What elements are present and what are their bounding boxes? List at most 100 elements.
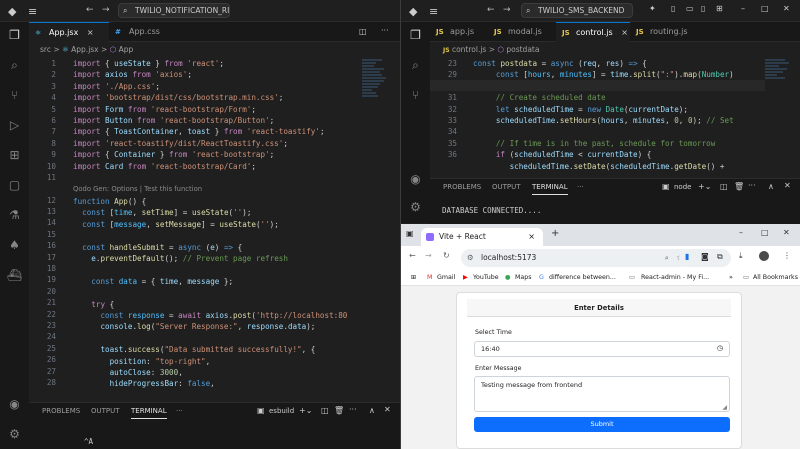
minimize-icon[interactable]: –	[739, 228, 743, 237]
breadcrumb-folder[interactable]: src	[40, 45, 51, 54]
testing-icon[interactable]: ⚗	[7, 208, 22, 223]
maximize-icon[interactable]: □	[761, 228, 769, 237]
close-panel-icon[interactable]: ✕	[384, 405, 391, 414]
bookmark-youtube[interactable]: YouTube	[473, 270, 499, 286]
menu-icon[interactable]: ≡	[28, 5, 37, 18]
run-debug-icon[interactable]: ▷	[7, 118, 22, 133]
back-arrow-icon[interactable]: ←	[487, 5, 495, 15]
message-textarea[interactable]: Testing message from frontend ◢	[474, 376, 730, 412]
search-icon[interactable]: ⌕	[7, 58, 22, 73]
more-actions-icon[interactable]: ···	[748, 181, 756, 190]
copilot-icon[interactable]: ✦	[649, 4, 656, 13]
site-info-icon[interactable]: ⚙	[467, 249, 474, 267]
bookmark-difference[interactable]: difference between...	[549, 270, 616, 286]
tab-app-jsx[interactable]: ⚛ App.jsx ×	[29, 22, 109, 42]
close-window-icon[interactable]: ✕	[783, 228, 790, 237]
account-icon[interactable]: ◉	[408, 172, 423, 187]
tab-more[interactable]: ···	[176, 403, 183, 419]
tab-terminal[interactable]: TERMINAL	[532, 179, 568, 195]
codelens[interactable]: Qodo Gen: Options | Test this function	[73, 185, 202, 193]
all-bookmarks[interactable]: All Bookmarks	[753, 270, 798, 286]
breadcrumb-symbol[interactable]: App	[119, 45, 134, 54]
split-terminal-icon[interactable]: ◫	[720, 182, 728, 191]
docker-icon[interactable]: ⛴	[7, 268, 22, 283]
back-arrow-icon[interactable]: ←	[86, 5, 94, 15]
new-terminal-icon[interactable]: +⌄	[698, 182, 711, 191]
reload-icon[interactable]: ↻	[443, 251, 450, 260]
command-center-search[interactable]: ⌕ TWILIO_SMS_BACKEND	[521, 3, 633, 18]
split-terminal-icon[interactable]: ◫	[321, 406, 329, 415]
minimap[interactable]	[362, 58, 388, 138]
code-editor-app-jsx[interactable]: import { useState } from 'react'; import…	[73, 58, 347, 390]
forward-arrow-icon[interactable]: →	[503, 5, 511, 15]
profile-avatar[interactable]	[759, 251, 769, 261]
mongodb-icon[interactable]: ♠	[7, 238, 22, 253]
forward-arrow-icon[interactable]: →	[425, 251, 432, 260]
minimize-icon[interactable]: –	[741, 4, 745, 13]
kill-terminal-icon[interactable]: 🗑	[734, 182, 744, 191]
tab-app-css[interactable]: # App.css	[109, 22, 179, 42]
maximize-icon[interactable]: □	[761, 4, 769, 13]
downloads-icon[interactable]: ⤓	[739, 251, 743, 261]
terminal-name[interactable]: esbuild	[269, 403, 294, 419]
remote-explorer-icon[interactable]: ▢	[7, 178, 22, 193]
submit-button[interactable]: Submit	[474, 417, 730, 432]
settings-gear-icon[interactable]: ⚙	[7, 427, 22, 442]
split-editor-icon[interactable]: ◫	[359, 27, 367, 36]
source-control-icon[interactable]: ⑂	[7, 88, 22, 103]
extensions-icon[interactable]: ⊞	[7, 148, 22, 163]
tab-problems[interactable]: PROBLEMS	[443, 179, 481, 195]
extension-icon[interactable]: ▮	[685, 252, 689, 261]
resize-handle-icon[interactable]: ◢	[722, 404, 727, 411]
camera-icon[interactable]: ◙	[701, 252, 709, 261]
layout-secondary-icon[interactable]: ▯	[701, 4, 705, 13]
bookmarks-overflow-icon[interactable]: »	[729, 270, 733, 286]
minimap[interactable]	[765, 58, 791, 98]
bookmark-gmail[interactable]: Gmail	[437, 270, 455, 286]
more-actions-icon[interactable]: ···	[349, 405, 357, 414]
menu-icon[interactable]: ≡	[429, 5, 438, 18]
new-terminal-icon[interactable]: +⌄	[299, 406, 312, 415]
tab-modal-js[interactable]: JS modal.js	[488, 22, 556, 42]
time-input[interactable]: 16:40 ◷	[474, 341, 730, 357]
layout-sidebar-icon[interactable]: ▯	[671, 4, 675, 13]
more-actions-icon[interactable]: ···	[381, 26, 389, 35]
tab-output[interactable]: OUTPUT	[91, 403, 120, 419]
account-icon[interactable]: ◉	[7, 397, 22, 412]
chrome-menu-icon[interactable]: ⋮	[783, 251, 791, 260]
tab-app-js[interactable]: JS app.js	[430, 22, 488, 42]
maximize-panel-icon[interactable]: ∧	[369, 406, 375, 415]
terminal-name[interactable]: node	[674, 179, 691, 195]
source-control-icon[interactable]: ⑂	[408, 88, 423, 103]
new-tab-button[interactable]: +	[551, 228, 559, 239]
terminal-output[interactable]: ^A	[84, 437, 93, 446]
settings-gear-icon[interactable]: ⚙	[408, 200, 423, 215]
customize-layout-icon[interactable]: ⊞	[716, 4, 723, 13]
address-bar[interactable]: ⚙ localhost:5173 ⌕ ☆	[461, 249, 691, 267]
breadcrumb-file[interactable]: control.js	[452, 45, 486, 54]
bookmark-react-admin[interactable]: React-admin - My Fi...	[641, 270, 709, 286]
zoom-icon[interactable]: ⌕	[665, 249, 669, 267]
maximize-panel-icon[interactable]: ∧	[768, 182, 774, 191]
breadcrumb-symbol[interactable]: postdata	[506, 45, 539, 54]
close-window-icon[interactable]: ✕	[783, 4, 790, 13]
close-panel-icon[interactable]: ✕	[784, 181, 791, 190]
command-center-search[interactable]: ⌕ TWILIO_NOTIFICATION_RIMINDER	[118, 3, 230, 18]
search-icon[interactable]: ⌕	[408, 58, 423, 73]
explorer-icon[interactable]: ❐	[408, 28, 423, 43]
layout-panel-icon[interactable]: ▭	[686, 4, 694, 13]
terminal-output[interactable]: DATABASE CONNECTED....	[442, 206, 541, 215]
explorer-icon[interactable]: ❐	[7, 28, 22, 43]
kill-terminal-icon[interactable]: 🗑	[334, 406, 344, 415]
bookmark-maps[interactable]: Maps	[515, 270, 532, 286]
apps-grid-icon[interactable]: ⊞	[411, 270, 416, 286]
tab-output[interactable]: OUTPUT	[492, 179, 521, 195]
close-tab-icon[interactable]: ×	[621, 28, 628, 37]
tab-control-js[interactable]: JS control.js ×	[556, 22, 630, 42]
code-editor-control-js[interactable]: const postdata = async (req, res) => { c…	[473, 58, 763, 172]
tab-more[interactable]: ···	[577, 179, 584, 195]
browser-tab[interactable]: Vite + React ×	[421, 228, 543, 246]
tab-terminal[interactable]: TERMINAL	[131, 403, 167, 419]
tab-routing-js[interactable]: JS routing.js	[630, 22, 704, 42]
close-tab-icon[interactable]: ×	[87, 28, 94, 37]
